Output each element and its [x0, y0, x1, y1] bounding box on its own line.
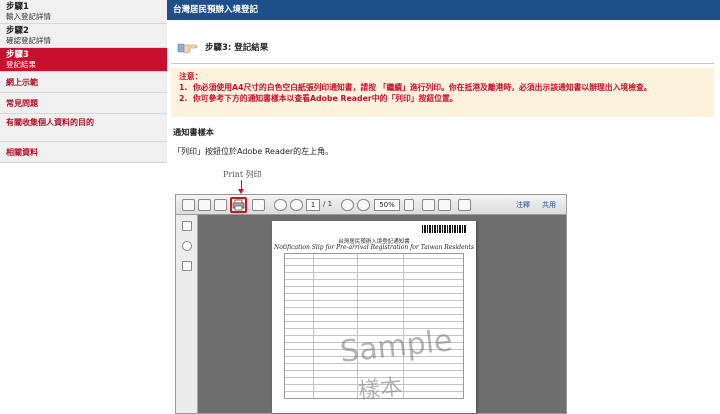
email-icon	[252, 199, 265, 211]
step-1-subtitle: 輸入登記詳情	[6, 12, 51, 21]
section-description: 「列印」按鈕位於Adobe Reader的左上角。	[173, 147, 334, 156]
step-2-title: 步驟2	[6, 26, 29, 36]
notice-item-1-num: 1.	[179, 83, 188, 92]
step-heading: 步驟3: 登記結果	[177, 38, 268, 56]
fit-page-icon	[438, 199, 451, 211]
zoom-out-icon	[341, 199, 354, 211]
share-label: 共用	[542, 201, 556, 209]
step-1-title: 步驟1	[6, 2, 29, 12]
sidebar-link-faq[interactable]: 常見問題	[0, 93, 167, 114]
sidebar-link-related-info[interactable]: 相關資料	[0, 142, 167, 163]
page-down-icon	[290, 199, 303, 211]
page-header: 台灣居民預辦入境登記	[167, 0, 720, 20]
reader-toolbar: 1 / 1 50% 注釋 共用	[176, 195, 566, 215]
attachment-icon	[182, 241, 192, 251]
sidebar-link-data-collection[interactable]: 有關收集個人資料的目的	[0, 114, 167, 142]
doc-subtitle: Notification Slip for Pre-arrival Regist…	[273, 244, 475, 251]
page-up-icon	[274, 199, 287, 211]
sample-screenshot: Print 列印 1 / 1 50% 注釋 共用 台灣居民預辦入境登記通知書 N…	[175, 164, 567, 414]
arrow-down-icon	[238, 180, 244, 194]
pages-icon	[182, 221, 192, 231]
reader-side-panel	[176, 215, 198, 413]
step-title: 步驟3: 登記結果	[205, 43, 269, 53]
zoom-in-icon	[357, 199, 370, 211]
notice-box: 注意： 1. 你必須使用A4尺寸的白色空白紙張列印通知書，請按 「繼續」進行列印…	[171, 68, 714, 117]
notice-item-2-num: 2.	[179, 94, 188, 103]
zoom-dropdown-icon	[404, 199, 414, 211]
save-icon	[214, 199, 227, 211]
sidebar-step-3[interactable]: 步驟3 登記結果	[0, 48, 167, 72]
notice-item-2: 2. 你可參考下方的通知書樣本以查看Adobe Reader中的「列印」按鈕位置…	[179, 93, 706, 104]
open-folder-icon	[198, 199, 211, 211]
reader-window: 1 / 1 50% 注釋 共用 台灣居民預辦入境登記通知書 Notificati…	[175, 194, 567, 414]
search-icon	[182, 261, 192, 271]
main-content: 台灣居民預辦入境登記 步驟3: 登記結果 注意： 1. 你必須使用A4尺寸的白色…	[167, 0, 720, 414]
create-pdf-icon	[182, 199, 195, 211]
zoom-field: 50%	[374, 199, 400, 211]
annotations-label: 注釋	[516, 201, 530, 209]
step-3-title: 步驟3	[6, 50, 29, 60]
section-title: 通知書樣本	[173, 127, 214, 137]
notice-item-1-text: 你必須使用A4尺寸的白色空白紙張列印通知書，請按 「繼續」進行列印。你在抵港及離…	[193, 83, 652, 92]
sidebar: 步驟1 輸入登記詳情 步驟2 確認登記詳情 步驟3 登記結果 網上示範 常見問題…	[0, 0, 167, 414]
notice-item-2-text: 你可參考下方的通知書樣本以查看Adobe Reader中的「列印」按鈕位置。	[193, 94, 458, 103]
print-annotation: Print 列印	[223, 170, 262, 179]
notice-label: 注意：	[179, 72, 203, 81]
divider	[171, 63, 714, 64]
sidebar-link-online-demo[interactable]: 網上示範	[0, 72, 167, 93]
notice-item-1: 1. 你必須使用A4尺寸的白色空白紙張列印通知書，請按 「繼續」進行列印。你在抵…	[179, 82, 706, 93]
sign-icon	[458, 199, 471, 211]
page-total: / 1	[323, 200, 333, 208]
sidebar-step-2[interactable]: 步驟2 確認登記詳情	[0, 24, 167, 48]
watermark-sample-zh: 樣本	[357, 374, 404, 405]
page-number-field: 1	[306, 199, 320, 211]
step-2-subtitle: 確認登記詳情	[6, 36, 51, 45]
barcode	[422, 225, 466, 233]
print-icon	[230, 197, 247, 213]
step-3-subtitle: 登記結果	[6, 60, 36, 69]
pointing-hand-icon	[177, 40, 199, 54]
sidebar-step-1[interactable]: 步驟1 輸入登記詳情	[0, 0, 167, 24]
sample-document: 台灣居民預辦入境登記通知書 Notification Slip for Pre-…	[272, 221, 476, 413]
fit-width-icon	[422, 199, 435, 211]
